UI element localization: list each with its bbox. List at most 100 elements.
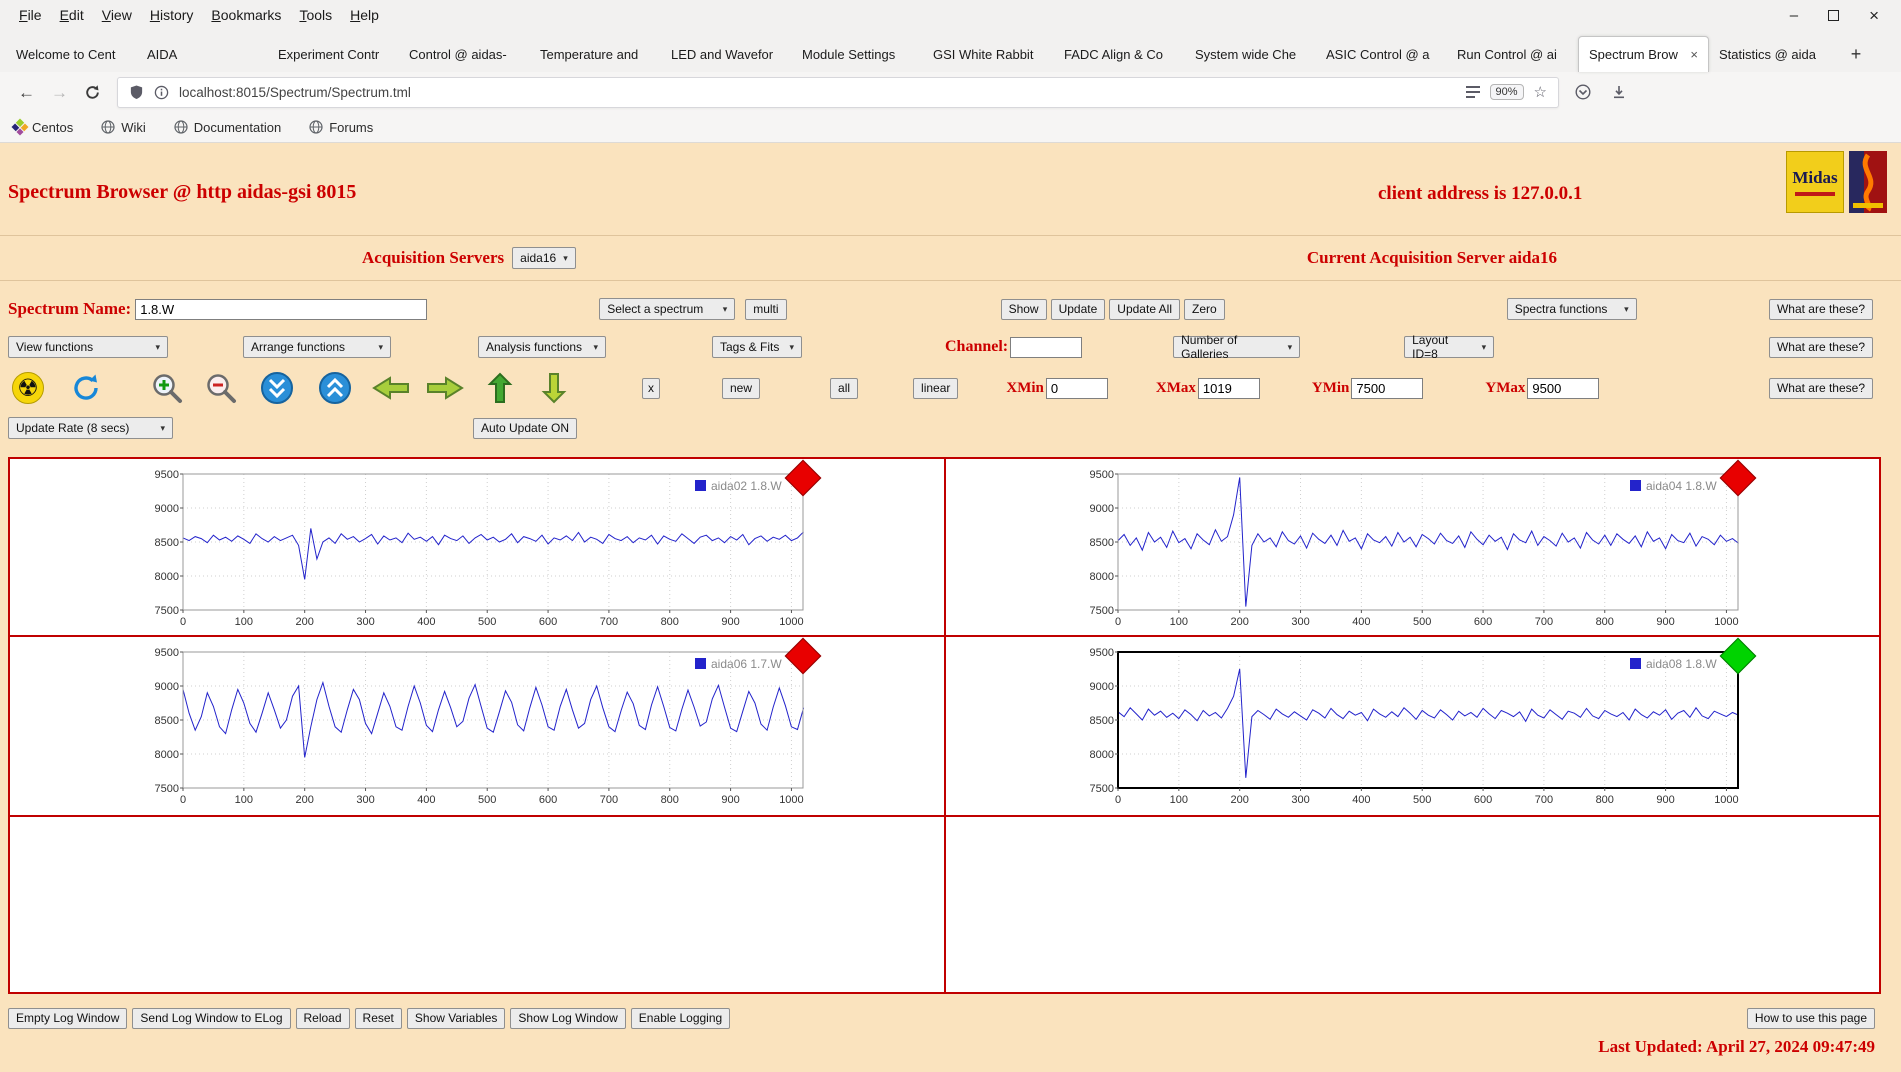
what-are-these-button[interactable]: What are these? xyxy=(1768,377,1873,399)
spectrum-chart-aida04[interactable]: aida04 1.8.W 7500 8000 8500 9000 9500 0 100 200 3… xyxy=(1082,459,1757,635)
tab-temperature[interactable]: Temperature and xyxy=(530,36,661,72)
select-spectrum-dropdown[interactable]: Select a spectrum ▾ xyxy=(599,298,736,320)
update-all-button[interactable]: Update All xyxy=(1109,298,1180,320)
address-bar[interactable]: localhost:8015/Spectrum/Spectrum.tml 90%… xyxy=(117,76,1559,108)
tab-run-control[interactable]: Run Control @ ai xyxy=(1447,36,1578,72)
svg-text:800: 800 xyxy=(660,616,678,628)
zoom-level-badge[interactable]: 90% xyxy=(1489,84,1524,100)
what-are-these-button[interactable]: What are these? xyxy=(1768,298,1873,320)
tab-control[interactable]: Control @ aidas- xyxy=(399,36,530,72)
show-log-window-button[interactable]: Show Log Window xyxy=(510,1008,626,1029)
bookmark-star-icon[interactable]: ☆ xyxy=(1534,83,1547,101)
refresh-icon[interactable] xyxy=(70,372,102,404)
menu-tools[interactable]: Tools xyxy=(290,5,341,25)
bookmark-forums[interactable]: Forums xyxy=(309,120,373,135)
zoom-in-icon[interactable] xyxy=(150,371,184,405)
menu-bookmarks[interactable]: Bookmarks xyxy=(202,5,290,25)
downloads-icon[interactable] xyxy=(1611,84,1627,100)
tracking-shield-icon[interactable] xyxy=(129,84,144,100)
menu-edit[interactable]: Edit xyxy=(51,5,93,25)
tab-close-icon[interactable]: × xyxy=(1690,47,1698,62)
linear-button[interactable]: linear xyxy=(913,377,959,399)
xmin-input[interactable] xyxy=(1045,377,1108,399)
tab-aida[interactable]: AIDA xyxy=(137,36,268,72)
chart-canvas[interactable]: aida04 1.8.W 7500 8000 8500 9000 9500 0 100 200 3… xyxy=(1082,469,1742,635)
new-tab-button[interactable]: + xyxy=(1840,36,1872,72)
acquisition-server-dropdown[interactable]: aida16 ▾ xyxy=(512,247,576,269)
number-of-galleries-dropdown[interactable]: Number of Galleries ▾ xyxy=(1173,333,1301,361)
show-button[interactable]: Show xyxy=(1000,298,1047,320)
minimize-button[interactable]: – xyxy=(1790,8,1798,23)
svg-text:700: 700 xyxy=(599,794,617,806)
ymin-input[interactable] xyxy=(1351,377,1424,399)
channel-input[interactable] xyxy=(1010,336,1083,358)
x-button[interactable]: x xyxy=(642,377,660,399)
auto-update-button[interactable]: Auto Update ON xyxy=(473,417,578,439)
tags-fits-dropdown[interactable]: Tags & Fits ▾ xyxy=(712,336,802,358)
spectrum-chart-aida02[interactable]: aida02 1.8.W 7500 8000 8500 9000 9500 0 100 200 3… xyxy=(147,459,822,635)
compress-y-icon[interactable] xyxy=(260,371,294,405)
move-left-icon[interactable] xyxy=(372,375,410,401)
layout-id-dropdown[interactable]: Layout ID=8 ▾ xyxy=(1404,333,1495,361)
tab-experiment-control[interactable]: Experiment Contr xyxy=(268,36,399,72)
chart-canvas[interactable]: aida02 1.8.W 7500 8000 8500 9000 9500 0 100 200 3… xyxy=(147,469,807,635)
bookmark-wiki[interactable]: Wiki xyxy=(101,120,146,135)
enable-logging-button[interactable]: Enable Logging xyxy=(630,1008,731,1029)
tab-asic-control[interactable]: ASIC Control @ a xyxy=(1316,36,1447,72)
zero-button[interactable]: Zero xyxy=(1184,298,1225,320)
tab-led-waveform[interactable]: LED and Wavefor xyxy=(661,36,792,72)
chevron-down-icon: ▾ xyxy=(155,341,160,352)
reader-mode-icon[interactable] xyxy=(1465,85,1480,99)
site-info-icon[interactable] xyxy=(154,85,169,100)
move-right-icon[interactable] xyxy=(426,375,464,401)
multi-button[interactable]: multi xyxy=(745,298,787,320)
tab-statistics[interactable]: Statistics @ aida xyxy=(1709,36,1840,72)
new-button[interactable]: new xyxy=(722,377,761,399)
spectra-functions-dropdown[interactable]: Spectra functions ▾ xyxy=(1506,298,1637,320)
view-functions-dropdown[interactable]: View functions ▾ xyxy=(8,336,168,358)
menu-file[interactable]: File xyxy=(10,5,51,25)
update-rate-dropdown[interactable]: Update Rate (8 secs) ▾ xyxy=(8,417,173,439)
tab-module-settings[interactable]: Module Settings xyxy=(792,36,923,72)
forward-icon[interactable]: → xyxy=(51,84,68,101)
tab-white-rabbit[interactable]: GSI White Rabbit xyxy=(923,36,1054,72)
back-icon[interactable]: ← xyxy=(18,84,35,101)
what-are-these-button[interactable]: What are these? xyxy=(1768,336,1873,358)
bookmark-centos[interactable]: Centos xyxy=(11,118,73,136)
bookmark-documentation[interactable]: Documentation xyxy=(174,120,281,135)
empty-log-window-button[interactable]: Empty Log Window xyxy=(8,1008,128,1029)
chart-canvas[interactable]: aida06 1.7.W 7500 8000 8500 9000 9500 0 100 200 3… xyxy=(147,647,807,813)
radiation-icon[interactable]: ☢ xyxy=(12,372,44,404)
reload-icon[interactable] xyxy=(84,84,101,101)
centos-icon xyxy=(11,118,29,136)
reset-button[interactable]: Reset xyxy=(354,1008,402,1029)
tab-system-checks[interactable]: System wide Che xyxy=(1185,36,1316,72)
expand-y-icon[interactable] xyxy=(318,371,352,405)
tab-spectrum-browser-active[interactable]: Spectrum Brow × xyxy=(1578,36,1709,72)
move-up-icon[interactable] xyxy=(486,372,514,404)
tab-welcome[interactable]: Welcome to Cent xyxy=(6,36,137,72)
chart-canvas[interactable]: aida08 1.8.W 7500 8000 8500 9000 9500 0 100 200 3… xyxy=(1082,647,1742,813)
zoom-out-icon[interactable] xyxy=(204,371,238,405)
spectrum-chart-aida08[interactable]: aida08 1.8.W 7500 8000 8500 9000 9500 0 100 200 3… xyxy=(1082,637,1757,813)
maximize-button[interactable] xyxy=(1828,9,1840,21)
move-down-icon[interactable] xyxy=(540,372,568,404)
all-button[interactable]: all xyxy=(830,377,859,399)
how-to-use-button[interactable]: How to use this page xyxy=(1746,1008,1875,1029)
spectrum-chart-aida06[interactable]: aida06 1.7.W 7500 8000 8500 9000 9500 0 100 200 3… xyxy=(147,637,822,813)
update-button[interactable]: Update xyxy=(1050,298,1106,320)
menu-view[interactable]: View xyxy=(93,5,141,25)
close-button[interactable]: × xyxy=(1869,7,1879,24)
ymax-input[interactable] xyxy=(1527,377,1600,399)
xmax-input[interactable] xyxy=(1197,377,1260,399)
save-to-pocket-icon[interactable] xyxy=(1575,84,1591,100)
arrange-functions-dropdown[interactable]: Arrange functions ▾ xyxy=(243,336,391,358)
spectrum-name-input[interactable] xyxy=(135,298,428,320)
tab-fadc-align[interactable]: FADC Align & Co xyxy=(1054,36,1185,72)
menu-history[interactable]: History xyxy=(141,5,203,25)
menu-help[interactable]: Help xyxy=(341,5,388,25)
analysis-functions-dropdown[interactable]: Analysis functions ▾ xyxy=(478,336,606,358)
send-log-to-elog-button[interactable]: Send Log Window to ELog xyxy=(132,1008,291,1029)
reload-button[interactable]: Reload xyxy=(295,1008,350,1029)
show-variables-button[interactable]: Show Variables xyxy=(406,1008,506,1029)
